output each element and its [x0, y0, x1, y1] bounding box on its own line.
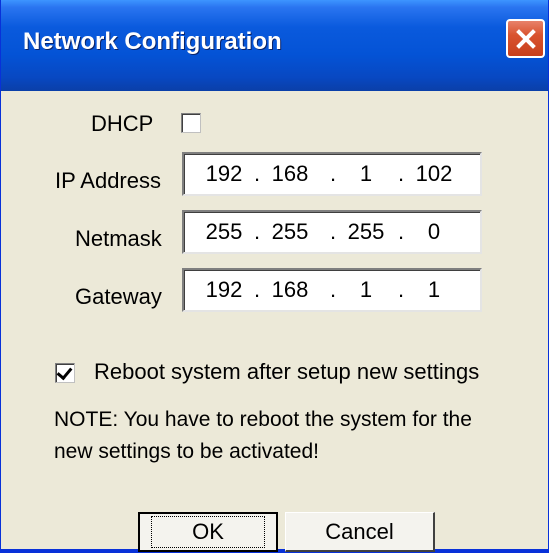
- gateway-label: Gateway: [75, 284, 162, 309]
- gateway-octet-2[interactable]: 168: [262, 277, 318, 303]
- ip-separator: .: [397, 161, 405, 186]
- ok-button-label: OK: [151, 516, 265, 548]
- netmask-octet-2[interactable]: 255: [262, 219, 318, 245]
- reboot-note: NOTE: You have to reboot the system for …: [54, 408, 472, 463]
- netmask-octet-4[interactable]: 0: [406, 219, 462, 245]
- ip-octet-3[interactable]: 1: [338, 161, 394, 187]
- netmask-octet-3[interactable]: 255: [338, 219, 394, 245]
- netmask-field[interactable]: 255 . 255 . 255 . 0: [182, 210, 482, 254]
- reboot-label[interactable]: Reboot system after setup new settings: [94, 359, 479, 385]
- ip-octet-1[interactable]: 192: [196, 161, 252, 187]
- ip-separator: .: [329, 277, 337, 302]
- netmask-octet-1[interactable]: 255: [196, 219, 252, 245]
- ip-separator: .: [329, 219, 337, 244]
- ok-button[interactable]: OK: [138, 512, 278, 552]
- title-bar[interactable]: Network Configuration: [1, 0, 548, 91]
- close-button[interactable]: [506, 19, 545, 58]
- netmask-label: Netmask: [75, 226, 162, 251]
- ip-separator: .: [253, 219, 261, 244]
- gateway-octet-3[interactable]: 1: [338, 277, 394, 303]
- network-configuration-dialog: Network Configuration DHCP IP Address 19…: [0, 0, 549, 553]
- gateway-octet-4[interactable]: 1: [406, 277, 462, 303]
- reboot-checkbox[interactable]: [55, 363, 75, 383]
- ip-octet-2[interactable]: 168: [262, 161, 318, 187]
- close-icon: [515, 28, 536, 49]
- ip-address-field[interactable]: 192 . 168 . 1 . 102: [182, 152, 482, 196]
- ip-octet-4[interactable]: 102: [406, 161, 462, 187]
- gateway-field[interactable]: 192 . 168 . 1 . 1: [182, 268, 482, 312]
- ip-separator: .: [397, 219, 405, 244]
- ip-address-label: IP Address: [55, 168, 161, 193]
- ip-separator: .: [253, 277, 261, 302]
- ip-separator: .: [397, 277, 405, 302]
- gateway-octet-1[interactable]: 192: [196, 277, 252, 303]
- ip-separator: .: [253, 161, 261, 186]
- dhcp-label: DHCP: [91, 111, 154, 136]
- cancel-button-label: Cancel: [325, 518, 394, 544]
- ip-separator: .: [329, 161, 337, 186]
- window-title: Network Configuration: [23, 28, 282, 55]
- dhcp-checkbox[interactable]: [181, 113, 201, 133]
- cancel-button[interactable]: Cancel: [285, 512, 435, 552]
